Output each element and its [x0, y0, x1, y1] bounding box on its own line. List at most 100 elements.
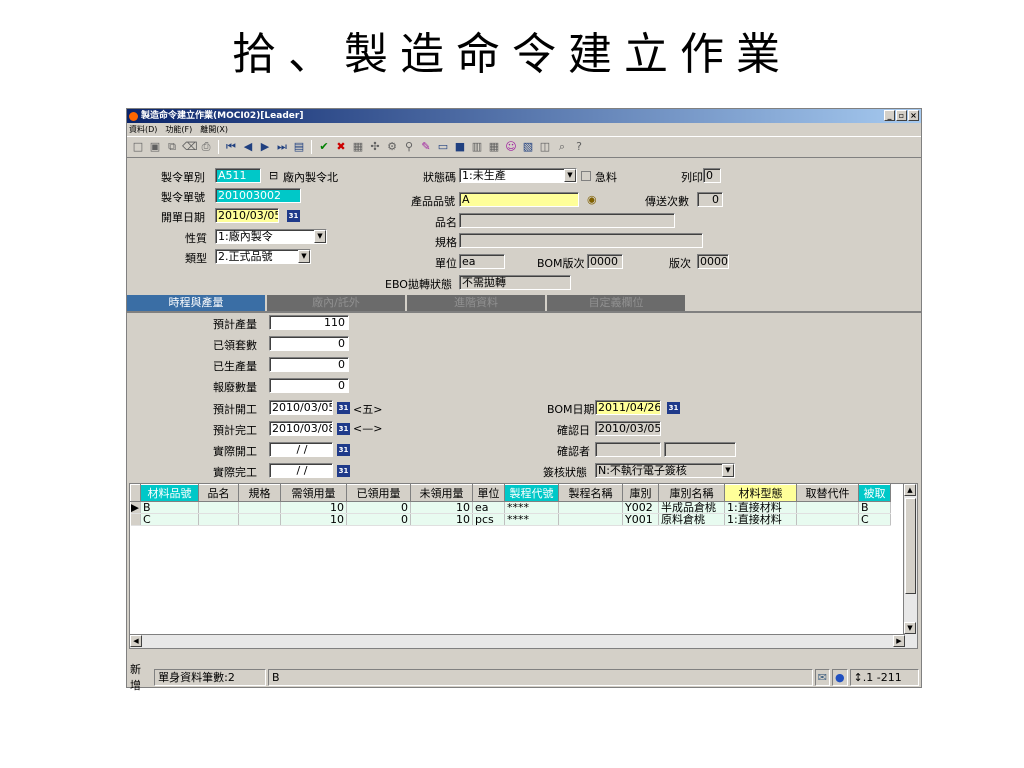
confirm-icon[interactable]: ✔ [317, 140, 331, 154]
table-cell[interactable]: 1:直接材料 [724, 513, 797, 526]
batch-icon[interactable]: ▦ [351, 140, 365, 154]
grid-icon[interactable]: ▦ [487, 140, 501, 154]
nature-select[interactable]: 1:廠內製令 ▼ [215, 229, 327, 244]
row-selector-icon[interactable]: ▶ [130, 501, 141, 514]
table-cell[interactable]: B [140, 501, 199, 514]
open-date-field[interactable]: 2010/03/05 [215, 208, 279, 223]
chevron-down-icon[interactable]: ▼ [722, 464, 734, 477]
scroll-down-icon[interactable]: ▼ [904, 622, 916, 634]
table-cell[interactable]: **** [504, 501, 559, 514]
vertical-scrollbar[interactable]: ▲ ▼ [903, 484, 917, 648]
tab-schedule[interactable]: 時程與產量 [127, 295, 267, 311]
zoom-icon[interactable]: ⌕ [555, 140, 569, 154]
column-header[interactable]: 材料型態 [724, 484, 797, 502]
column-header[interactable]: 庫別 [622, 484, 659, 502]
calendar-icon[interactable]: 31 [667, 402, 680, 414]
tab-custom-fields[interactable]: 自定義欄位 [547, 295, 687, 311]
table-row[interactable]: C 10 0 10 pcs **** Y001 原料倉桃 1:直接材料 C [130, 513, 891, 526]
table-cell[interactable]: 1:直接材料 [724, 501, 797, 514]
table-cell[interactable] [558, 501, 623, 514]
users-icon[interactable]: ☺ [504, 140, 518, 154]
table-row[interactable]: ▶ B 10 0 10 ea **** Y002 半成品倉桃 1:直接材料 B [130, 501, 891, 514]
wizard-icon[interactable]: ✎ [419, 140, 433, 154]
scroll-up-icon[interactable]: ▲ [904, 484, 916, 496]
urgent-checkbox[interactable] [581, 171, 591, 181]
column-header[interactable]: 需領用量 [280, 484, 347, 502]
save-icon[interactable]: ■ [453, 140, 467, 154]
info-icon[interactable]: ● [832, 668, 848, 686]
prev-record-icon[interactable]: ◀ [241, 140, 255, 154]
table-cell[interactable]: **** [504, 513, 559, 526]
planned-qty-field[interactable]: 110 [269, 315, 349, 330]
column-header[interactable]: 已領用量 [346, 484, 411, 502]
table-cell[interactable]: pcs [472, 513, 505, 526]
actual-start-field[interactable]: / / [269, 442, 333, 457]
table-cell[interactable]: B [858, 501, 891, 514]
column-header[interactable]: 取替代件 [796, 484, 859, 502]
calendar-icon[interactable]: 31 [337, 402, 350, 414]
table-cell[interactable] [796, 501, 859, 514]
product-no-field[interactable]: A [459, 192, 579, 207]
close-button[interactable]: × [908, 110, 919, 121]
chevron-down-icon[interactable]: ▼ [314, 230, 326, 243]
scroll-thumb[interactable] [905, 498, 916, 594]
new-icon[interactable]: □ [131, 140, 145, 154]
horizontal-scrollbar[interactable]: ◀ ▶ [130, 634, 905, 648]
order-type-field[interactable]: A511 [215, 168, 261, 183]
column-header[interactable]: 製程名稱 [558, 484, 623, 502]
print-icon[interactable]: ⎙ [199, 140, 213, 154]
table-cell[interactable]: 半成品倉桃 [658, 501, 725, 514]
calendar-icon[interactable]: 31 [287, 210, 300, 222]
form-icon[interactable]: ▭ [436, 140, 450, 154]
menu-function[interactable]: 功能(F) [165, 123, 192, 136]
scroll-left-icon[interactable]: ◀ [130, 635, 142, 647]
chevron-down-icon[interactable]: ▼ [564, 169, 576, 182]
table-cell[interactable] [198, 513, 239, 526]
table-cell[interactable] [558, 513, 623, 526]
attachment-icon[interactable]: ✉ [814, 668, 831, 686]
table-cell[interactable]: 0 [346, 513, 411, 526]
kind-select[interactable]: 2.正式品號 ▼ [215, 249, 311, 264]
help-icon[interactable]: ? [572, 140, 586, 154]
column-header[interactable]: 製程代號 [504, 484, 559, 502]
planned-start-field[interactable]: 2010/03/05 [269, 400, 333, 415]
table-cell[interactable]: 原料倉桃 [658, 513, 725, 526]
column-header[interactable]: 被取 [858, 484, 891, 502]
calendar-icon[interactable]: 31 [337, 423, 350, 435]
table-cell[interactable] [238, 501, 281, 514]
copy-icon[interactable]: ⧉ [165, 140, 179, 154]
table-cell[interactable]: 10 [280, 501, 347, 514]
table-cell[interactable]: 10 [280, 513, 347, 526]
calendar-icon[interactable]: 31 [337, 465, 350, 477]
table-cell[interactable]: C [858, 513, 891, 526]
column-header[interactable]: 單位 [472, 484, 505, 502]
status-code-select[interactable]: 1:未生產 ▼ [459, 168, 577, 183]
menu-data[interactable]: 資料(D) [129, 123, 157, 136]
row-selector[interactable] [130, 513, 141, 526]
preview-icon[interactable]: ▣ [148, 140, 162, 154]
minimize-button[interactable]: _ [884, 110, 895, 121]
delete-icon[interactable]: ⌫ [182, 140, 198, 154]
calendar-icon[interactable]: 31 [337, 444, 350, 456]
column-header[interactable]: 規格 [238, 484, 281, 502]
table-cell[interactable]: Y001 [622, 513, 659, 526]
chevron-down-icon[interactable]: ▼ [298, 250, 310, 263]
tab-inhouse-outsource[interactable]: 廠內/託外 [267, 295, 407, 311]
recalc-icon[interactable]: ⚙ [385, 140, 399, 154]
menu-exit[interactable]: 離開(X) [200, 123, 228, 136]
cancel-icon[interactable]: ✖ [334, 140, 348, 154]
table-cell[interactable] [796, 513, 859, 526]
first-record-icon[interactable]: ⏮ [224, 140, 238, 154]
lookup-icon[interactable]: ◉ [587, 193, 597, 206]
open-icon[interactable]: ⊟ [269, 169, 278, 182]
calculator-icon[interactable]: ▥ [470, 140, 484, 154]
scroll-right-icon[interactable]: ▶ [893, 635, 905, 647]
chart-icon[interactable]: ◫ [538, 140, 552, 154]
table-cell[interactable]: Y002 [622, 501, 659, 514]
planned-finish-field[interactable]: 2010/03/08 [269, 421, 333, 436]
table-cell[interactable]: ea [472, 501, 505, 514]
column-header[interactable]: 未領用量 [410, 484, 473, 502]
tool-icon[interactable]: ✣ [368, 140, 382, 154]
order-no-field[interactable]: 201003002 [215, 188, 301, 203]
table-cell[interactable]: 10 [410, 513, 473, 526]
